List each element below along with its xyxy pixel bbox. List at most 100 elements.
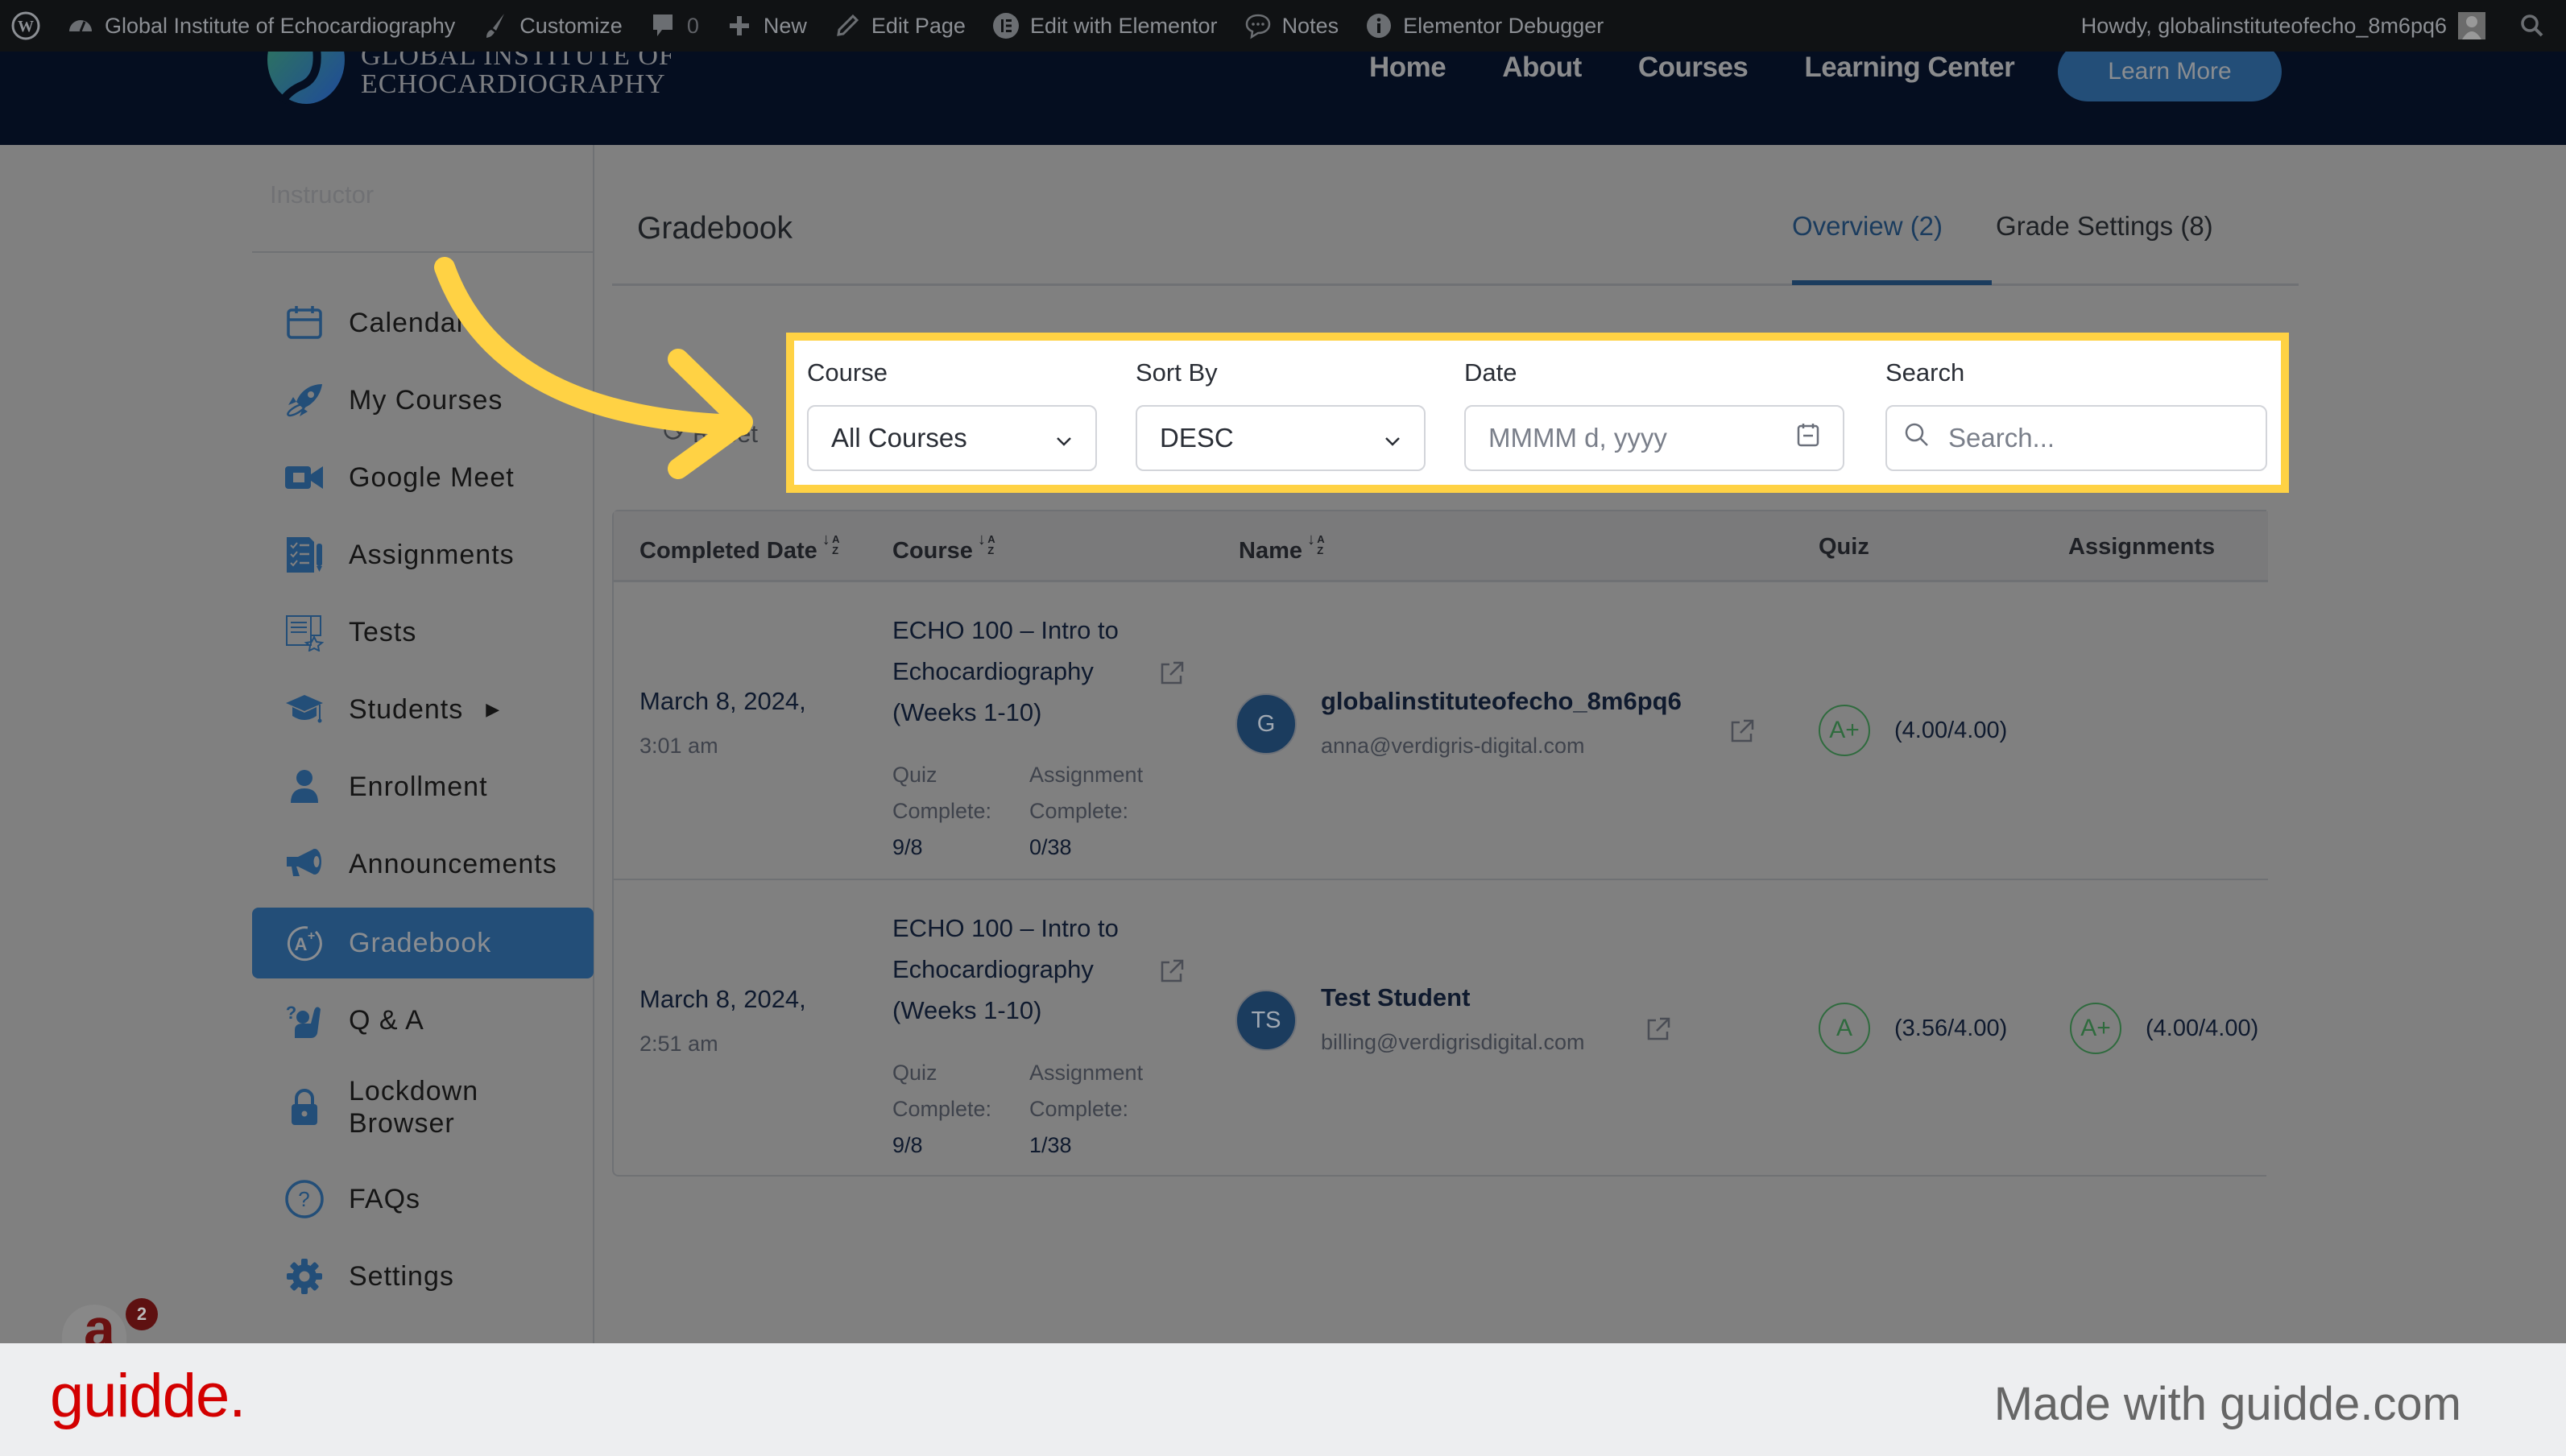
completed-date: March 8, 2024,	[639, 985, 806, 1013]
sort-select[interactable]: DESC	[1136, 405, 1426, 471]
sidebar-item-enrollment[interactable]: Enrollment	[252, 751, 594, 822]
caret-right-icon[interactable]: ▶	[486, 699, 500, 720]
edit-page-link[interactable]: Edit Page	[833, 11, 966, 40]
howdy-user-menu[interactable]: Howdy, globalinstituteofecho_8m6pq6	[2081, 14, 2447, 39]
nav-home[interactable]: Home	[1369, 52, 1446, 84]
sidebar-label: Students	[349, 693, 464, 725]
sidebar-item-gradebook[interactable]: A + Gradebook	[252, 908, 594, 978]
page-title: Gradebook	[637, 211, 793, 246]
external-link-icon[interactable]	[1158, 958, 1186, 985]
search-input[interactable]: Search...	[1885, 405, 2267, 471]
edit-with-elementor-link[interactable]: Edit with Elementor	[991, 11, 1218, 40]
wp-admin-bar: W Global Institute of Echocardiography C…	[0, 0, 2566, 52]
wordpress-menu[interactable]: W	[11, 11, 40, 40]
sort-az-icon[interactable]: ↓ A Z	[822, 532, 840, 568]
sidebar-label: Enrollment	[349, 771, 488, 802]
chevron-down-icon	[1384, 423, 1401, 453]
course-name: ECHO 100 – Intro to Echocardiography (We…	[892, 914, 1119, 1024]
nav-learning-center[interactable]: Learning Center	[1804, 52, 2014, 84]
search-icon	[1903, 421, 1931, 455]
external-link-icon[interactable]	[1728, 718, 1756, 745]
tab-overview[interactable]: Overview (2)	[1792, 211, 1943, 242]
notes-label: Notes	[1281, 13, 1339, 38]
sidebar-item-qa[interactable]: ? Q & A	[252, 985, 594, 1056]
user-avatar[interactable]	[2458, 12, 2485, 39]
svg-text:?: ?	[286, 1003, 297, 1023]
megaphone-icon	[284, 844, 325, 884]
sidebar-item-lockdown-browser[interactable]: Lockdown Browser	[252, 1063, 594, 1152]
active-tab-indicator	[1792, 280, 1992, 285]
external-link-icon[interactable]	[1645, 1015, 1672, 1043]
col-completed-date[interactable]: Completed Date ↓ A Z	[639, 532, 840, 568]
completed-date: March 8, 2024,	[639, 687, 806, 715]
sidebar-label: Settings	[349, 1260, 454, 1292]
comments-count: 0	[686, 13, 699, 38]
sort-select-value: DESC	[1160, 423, 1234, 453]
sidebar-item-faqs[interactable]: ? FAQs	[252, 1164, 594, 1235]
col-course[interactable]: Course ↓ A Z	[892, 532, 995, 568]
sidebar-item-students[interactable]: Students ▶	[252, 674, 594, 745]
assignment-complete: Assignment Complete: 0/38	[1029, 757, 1166, 866]
sidebar-item-google-meet[interactable]: Google Meet	[252, 442, 594, 513]
elementor-debugger-label: Elementor Debugger	[1403, 13, 1604, 38]
paintbrush-icon	[481, 11, 510, 40]
graduation-cap-icon	[284, 689, 325, 730]
new-content-link[interactable]: New	[725, 11, 807, 40]
sidebar-item-settings[interactable]: Settings	[252, 1241, 594, 1312]
sidebar-item-assignments[interactable]: Assignments	[252, 519, 594, 590]
date-filter-label: Date	[1464, 358, 1517, 387]
student-name: globalinstituteofecho_8m6pq6	[1321, 687, 1682, 715]
date-input[interactable]: MMMM d, yyyy	[1464, 405, 1844, 471]
reset-icon	[660, 419, 685, 449]
elementor-debugger-link[interactable]: Elementor Debugger	[1364, 11, 1604, 40]
tabs-divider	[612, 283, 2299, 286]
assignment-complete-label: Assignment Complete:	[1029, 1061, 1144, 1121]
svg-text:+: +	[308, 929, 316, 943]
col-quiz: Quiz	[1819, 534, 1869, 560]
notes-speech-icon	[1244, 11, 1273, 40]
course-filter: Course All Courses	[807, 358, 1097, 471]
quiz-grade: A+ (4.00/4.00)	[1819, 705, 2007, 756]
assignment-complete: Assignment Complete: 1/38	[1029, 1055, 1166, 1164]
reset-button[interactable]: Reset	[660, 419, 758, 449]
reset-label: Reset	[693, 420, 758, 448]
notes-link[interactable]: Notes	[1244, 11, 1339, 40]
nav-about[interactable]: About	[1502, 52, 1582, 84]
logo-line-2: ECHOCARDIOGRAPHY	[361, 69, 666, 99]
question-circle-icon: ?	[284, 1179, 325, 1219]
course-filter-label: Course	[807, 358, 888, 387]
sort-az-icon[interactable]: ↓ A Z	[978, 532, 995, 568]
dashboard-sidebar: Instructor Calendar My Courses Google Me…	[252, 145, 594, 1343]
sidebar-item-my-courses[interactable]: My Courses	[252, 365, 594, 436]
grade-score: (3.56/4.00)	[1894, 1015, 2008, 1041]
external-link-icon[interactable]	[1158, 660, 1186, 687]
sidebar-item-announcements[interactable]: Announcements	[252, 829, 594, 900]
new-label: New	[763, 13, 807, 38]
tab-grade-settings[interactable]: Grade Settings (8)	[1996, 211, 2213, 242]
gear-icon	[284, 1256, 325, 1297]
site-header: GLOBAL INSTITUTE OF ECHOCARDIOGRAPHY Hom…	[0, 42, 2566, 145]
sidebar-label: Google Meet	[349, 461, 515, 493]
user-icon	[284, 767, 325, 807]
calendar-icon	[284, 303, 325, 343]
grade-badge: A+	[2070, 1003, 2121, 1054]
date-placeholder: MMMM d, yyyy	[1488, 423, 1667, 453]
sort-az-icon[interactable]: ↓ A Z	[1307, 532, 1325, 568]
calendar-icon[interactable]	[1796, 422, 1820, 454]
search-icon[interactable]	[2518, 11, 2547, 40]
svg-text:A: A	[295, 934, 308, 954]
sidebar-item-calendar[interactable]: Calendar	[252, 287, 594, 358]
sidebar-label: Gradebook	[349, 927, 492, 958]
search-placeholder: Search...	[1948, 423, 2055, 453]
customize-link[interactable]: Customize	[481, 11, 623, 40]
nav-courses[interactable]: Courses	[1638, 52, 1749, 84]
sidebar-item-tests[interactable]: Tests	[252, 597, 594, 668]
site-name-link[interactable]: Global Institute of Echocardiography	[66, 11, 455, 40]
info-icon	[1364, 11, 1393, 40]
course-select[interactable]: All Courses	[807, 405, 1097, 471]
echo-logo-icon	[266, 52, 346, 108]
col-name[interactable]: Name ↓ A Z	[1239, 532, 1325, 568]
site-logo[interactable]: GLOBAL INSTITUTE OF ECHOCARDIOGRAPHY	[266, 48, 675, 108]
comments-link[interactable]: 0	[648, 11, 699, 40]
course-cell: ECHO 100 – Intro to Echocardiography (We…	[892, 610, 1215, 866]
